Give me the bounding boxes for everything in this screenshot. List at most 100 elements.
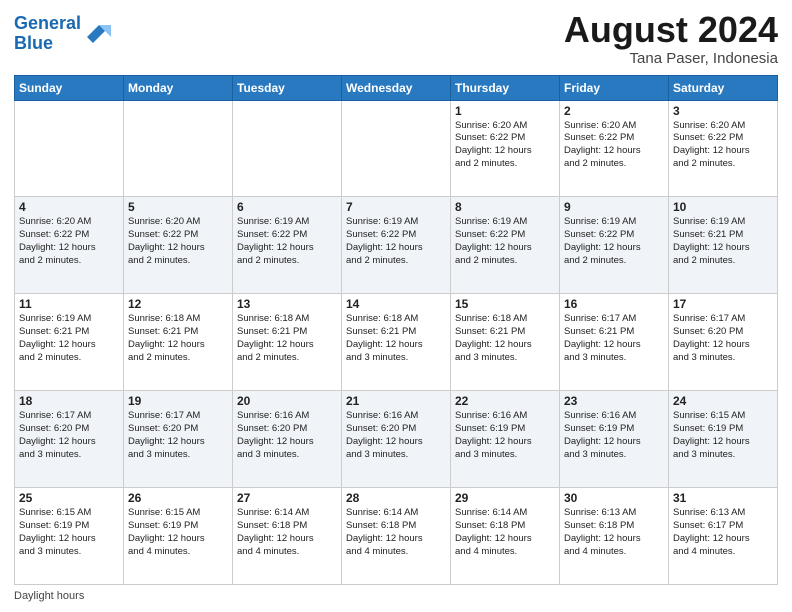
day-number: 8 (455, 200, 555, 214)
calendar-cell: 4 Sunrise: 6:20 AM Sunset: 6:22 PM Daylig… (15, 197, 124, 294)
calendar-cell: 6 Sunrise: 6:19 AM Sunset: 6:22 PM Daylig… (233, 197, 342, 294)
day-info: Sunrise: 6:20 AM Sunset: 6:22 PM Dayligh… (19, 216, 119, 267)
day-info: Sunrise: 6:14 AM Sunset: 6:18 PM Dayligh… (455, 507, 555, 558)
day-number: 6 (237, 200, 337, 214)
day-number: 3 (673, 104, 773, 118)
calendar-cell: 10 Sunrise: 6:19 AM Sunset: 6:21 PM Dayli… (669, 197, 778, 294)
day-number: 11 (19, 297, 119, 311)
calendar-cell: 30Sunrise: 6:13 AM Sunset: 6:18 PM Dayli… (560, 488, 669, 585)
calendar-cell: 9 Sunrise: 6:19 AM Sunset: 6:22 PM Daylig… (560, 197, 669, 294)
calendar-cell: 15Sunrise: 6:18 AM Sunset: 6:21 PM Dayli… (451, 294, 560, 391)
day-info: Sunrise: 6:16 AM Sunset: 6:20 PM Dayligh… (346, 410, 446, 461)
logo-line1: General (14, 13, 81, 33)
logo-line2: Blue (14, 33, 53, 53)
calendar-cell: 19Sunrise: 6:17 AM Sunset: 6:20 PM Dayli… (124, 391, 233, 488)
day-info: Sunrise: 6:20 AM Sunset: 6:22 PM Dayligh… (673, 120, 773, 171)
day-number: 22 (455, 394, 555, 408)
day-info: Sunrise: 6:18 AM Sunset: 6:21 PM Dayligh… (128, 313, 228, 364)
calendar-cell (124, 100, 233, 197)
title-block: August 2024 Tana Paser, Indonesia (564, 10, 778, 67)
calendar-cell: 18 Sunrise: 6:17 AM Sunset: 6:20 PM Dayli… (15, 391, 124, 488)
day-info: Sunrise: 6:19 AM Sunset: 6:22 PM Dayligh… (564, 216, 664, 267)
calendar-cell: 24 Sunrise: 6:15 AM Sunset: 6:19 PM Dayli… (669, 391, 778, 488)
calendar-cell: 27Sunrise: 6:14 AM Sunset: 6:18 PM Dayli… (233, 488, 342, 585)
day-number: 7 (346, 200, 446, 214)
day-info: Sunrise: 6:14 AM Sunset: 6:18 PM Dayligh… (346, 507, 446, 558)
weekday-header-monday: Monday (124, 75, 233, 100)
day-number: 5 (128, 200, 228, 214)
day-number: 29 (455, 491, 555, 505)
calendar-cell: 20 Sunrise: 6:16 AM Sunset: 6:20 PM Dayli… (233, 391, 342, 488)
calendar-cell (15, 100, 124, 197)
day-number: 16 (564, 297, 664, 311)
calendar-cell: 14 Sunrise: 6:18 AM Sunset: 6:21 PM Dayli… (342, 294, 451, 391)
day-info: Sunrise: 6:19 AM Sunset: 6:21 PM Dayligh… (19, 313, 119, 364)
calendar-cell: 21 Sunrise: 6:16 AM Sunset: 6:20 PM Dayli… (342, 391, 451, 488)
calendar-cell: 8 Sunrise: 6:19 AM Sunset: 6:22 PM Daylig… (451, 197, 560, 294)
weekday-header-saturday: Saturday (669, 75, 778, 100)
day-info: Sunrise: 6:19 AM Sunset: 6:22 PM Dayligh… (237, 216, 337, 267)
calendar-cell: 16Sunrise: 6:17 AM Sunset: 6:21 PM Dayli… (560, 294, 669, 391)
day-info: Sunrise: 6:15 AM Sunset: 6:19 PM Dayligh… (673, 410, 773, 461)
day-info: Sunrise: 6:15 AM Sunset: 6:19 PM Dayligh… (128, 507, 228, 558)
day-info: Sunrise: 6:19 AM Sunset: 6:21 PM Dayligh… (673, 216, 773, 267)
footer-text: Daylight hours (14, 590, 84, 602)
logo-icon (83, 19, 113, 49)
calendar-cell (342, 100, 451, 197)
day-info: Sunrise: 6:17 AM Sunset: 6:20 PM Dayligh… (19, 410, 119, 461)
subtitle: Tana Paser, Indonesia (564, 50, 778, 67)
day-info: Sunrise: 6:20 AM Sunset: 6:22 PM Dayligh… (564, 120, 664, 171)
day-info: Sunrise: 6:15 AM Sunset: 6:19 PM Dayligh… (19, 507, 119, 558)
day-info: Sunrise: 6:16 AM Sunset: 6:19 PM Dayligh… (564, 410, 664, 461)
day-number: 23 (564, 394, 664, 408)
day-number: 10 (673, 200, 773, 214)
calendar-cell (233, 100, 342, 197)
week-row-1: 1Sunrise: 6:20 AM Sunset: 6:22 PM Daylig… (15, 100, 778, 197)
day-number: 31 (673, 491, 773, 505)
calendar-cell: 31 Sunrise: 6:13 AM Sunset: 6:17 PM Dayli… (669, 488, 778, 585)
header: General Blue August 2024 Tana Paser, Ind… (14, 10, 778, 67)
week-row-3: 11 Sunrise: 6:19 AM Sunset: 6:21 PM Dayli… (15, 294, 778, 391)
day-info: Sunrise: 6:17 AM Sunset: 6:20 PM Dayligh… (128, 410, 228, 461)
day-info: Sunrise: 6:17 AM Sunset: 6:20 PM Dayligh… (673, 313, 773, 364)
day-number: 14 (346, 297, 446, 311)
week-row-2: 4 Sunrise: 6:20 AM Sunset: 6:22 PM Daylig… (15, 197, 778, 294)
day-info: Sunrise: 6:13 AM Sunset: 6:17 PM Dayligh… (673, 507, 773, 558)
day-info: Sunrise: 6:19 AM Sunset: 6:22 PM Dayligh… (455, 216, 555, 267)
day-number: 25 (19, 491, 119, 505)
calendar-cell: 25 Sunrise: 6:15 AM Sunset: 6:19 PM Dayli… (15, 488, 124, 585)
day-number: 17 (673, 297, 773, 311)
day-number: 21 (346, 394, 446, 408)
footer-note: Daylight hours (14, 590, 778, 602)
calendar-cell: 22 Sunrise: 6:16 AM Sunset: 6:19 PM Dayli… (451, 391, 560, 488)
logo: General Blue (14, 14, 113, 54)
day-info: Sunrise: 6:20 AM Sunset: 6:22 PM Dayligh… (455, 120, 555, 171)
day-number: 30 (564, 491, 664, 505)
day-info: Sunrise: 6:18 AM Sunset: 6:21 PM Dayligh… (346, 313, 446, 364)
day-number: 15 (455, 297, 555, 311)
calendar-cell: 7Sunrise: 6:19 AM Sunset: 6:22 PM Daylig… (342, 197, 451, 294)
day-number: 13 (237, 297, 337, 311)
day-info: Sunrise: 6:18 AM Sunset: 6:21 PM Dayligh… (237, 313, 337, 364)
day-number: 9 (564, 200, 664, 214)
day-number: 18 (19, 394, 119, 408)
logo-text: General Blue (14, 14, 81, 54)
calendar-table: SundayMondayTuesdayWednesdayThursdayFrid… (14, 75, 778, 585)
week-row-5: 25 Sunrise: 6:15 AM Sunset: 6:19 PM Dayli… (15, 488, 778, 585)
calendar-cell: 29 Sunrise: 6:14 AM Sunset: 6:18 PM Dayli… (451, 488, 560, 585)
calendar-cell: 3 Sunrise: 6:20 AM Sunset: 6:22 PM Daylig… (669, 100, 778, 197)
day-number: 4 (19, 200, 119, 214)
calendar-cell: 12 Sunrise: 6:18 AM Sunset: 6:21 PM Dayli… (124, 294, 233, 391)
day-number: 26 (128, 491, 228, 505)
day-number: 24 (673, 394, 773, 408)
weekday-header-friday: Friday (560, 75, 669, 100)
main-title: August 2024 (564, 10, 778, 50)
day-info: Sunrise: 6:16 AM Sunset: 6:19 PM Dayligh… (455, 410, 555, 461)
day-info: Sunrise: 6:16 AM Sunset: 6:20 PM Dayligh… (237, 410, 337, 461)
calendar-cell: 11 Sunrise: 6:19 AM Sunset: 6:21 PM Dayli… (15, 294, 124, 391)
day-number: 2 (564, 104, 664, 118)
day-number: 12 (128, 297, 228, 311)
calendar-cell: 28Sunrise: 6:14 AM Sunset: 6:18 PM Dayli… (342, 488, 451, 585)
day-number: 20 (237, 394, 337, 408)
calendar-cell: 17 Sunrise: 6:17 AM Sunset: 6:20 PM Dayli… (669, 294, 778, 391)
